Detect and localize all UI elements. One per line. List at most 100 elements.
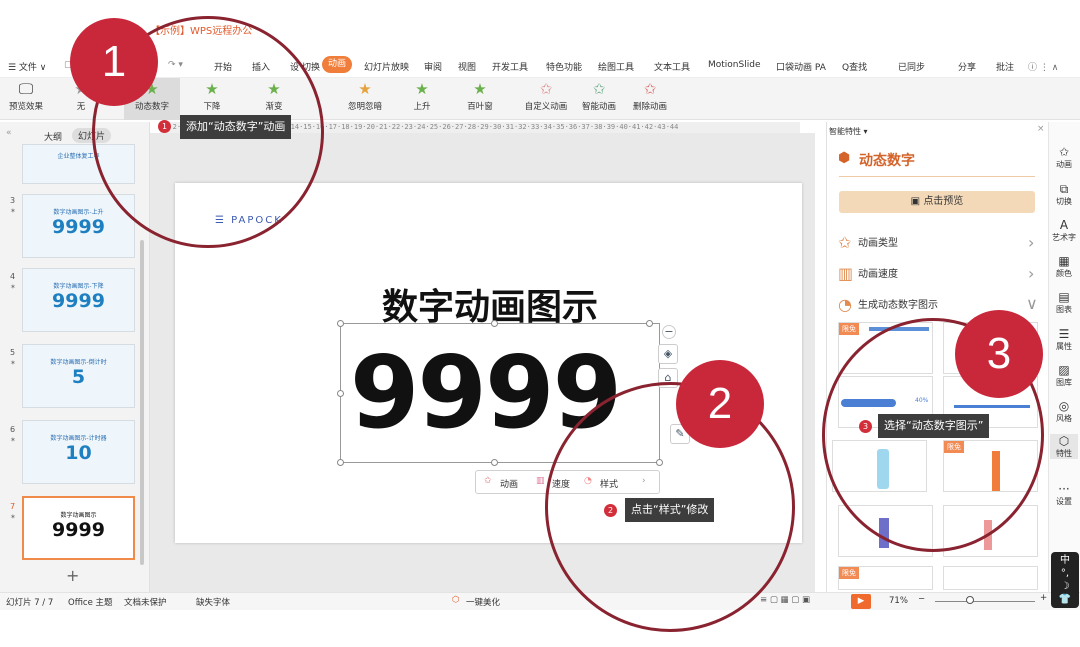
missing-font[interactable]: 缺失字体 (196, 596, 230, 608)
divider (839, 176, 1035, 177)
chevron-down-icon[interactable]: ∨ (1026, 294, 1038, 313)
collapse-icon[interactable]: « (6, 128, 12, 138)
slide-number: 7 (10, 502, 16, 511)
slide-thumb-5[interactable]: 数字动画图示-倒计时 5 (22, 344, 135, 408)
zoom-slider-knob[interactable] (966, 596, 974, 604)
gallery-icon: ▨ (1058, 363, 1070, 377)
chart-icon: ▤ (1058, 290, 1070, 304)
ime-moon-icon: ☽ (1060, 581, 1070, 592)
panel-header[interactable]: 智能特性 ▾ (829, 126, 868, 137)
slide-number: 4 (10, 272, 16, 281)
anim-blinds-button[interactable]: ★ 百叶窗 (458, 78, 502, 120)
step-number-1: 1 (70, 18, 158, 106)
share-button[interactable]: 分享 (958, 60, 976, 73)
slides-scrollbar[interactable] (140, 240, 144, 565)
anim-star-icon: ✶ (10, 207, 16, 215)
resize-handle[interactable] (491, 320, 498, 327)
custom-animation-button[interactable]: ✩ 自定义动画 (522, 78, 570, 120)
theme-name[interactable]: Office 主题 (68, 596, 113, 608)
menu-slideshow[interactable]: 幻灯片放映 (364, 60, 409, 73)
ime-skin-icon: 👕 (1058, 594, 1072, 605)
tool-animation[interactable]: ✩ 动画 (1050, 145, 1078, 170)
tool-settings[interactable]: ··· 设置 (1050, 482, 1078, 507)
preview-effect-button[interactable]: 🖵 预览效果 (4, 78, 48, 120)
menu-text-tools[interactable]: 文本工具 (654, 60, 690, 73)
slide-thumb-4[interactable]: 数字动画图示-下降 9999 (22, 268, 135, 332)
zoom-out-button[interactable]: − (918, 594, 925, 604)
app-window: 【示例】WPS远程办公 ☰ 文件 ∨ ▢ ↷ ▾ 开始 插入 设 切换 动画 幻… (0, 0, 1080, 647)
menu-features[interactable]: 特色功能 (546, 60, 582, 73)
anim-flicker-button[interactable]: ★ 忽明忽暗 (340, 78, 390, 120)
ime-widget[interactable]: 中 °, ☽ 👕 (1051, 552, 1079, 608)
bars-icon: ▥ (838, 264, 854, 283)
menu-dev-tools[interactable]: 开发工具 (492, 60, 528, 73)
tool-properties[interactable]: ☰ 属性 (1050, 327, 1078, 352)
zoom-level[interactable]: 71% (889, 596, 908, 606)
step-dot-3: 3 (859, 420, 872, 433)
slide-number: 5 (10, 348, 16, 357)
smart-animation-button[interactable]: ✩ 智能动画 (576, 78, 622, 120)
star-delete-icon: ✩ (643, 80, 657, 98)
tool-gallery[interactable]: ▨ 图库 (1050, 363, 1078, 388)
comment-button[interactable]: 批注 (996, 60, 1014, 73)
resize-handle[interactable] (337, 320, 344, 327)
tab-outline[interactable]: 大纲 (44, 130, 62, 143)
preview-icon: 🖵 (18, 80, 34, 98)
resize-handle[interactable] (491, 459, 498, 466)
menu-pocket-anim[interactable]: 口袋动画 PA (776, 60, 826, 73)
play-button[interactable]: ▶ (851, 594, 871, 609)
ime-mode: 中 (1060, 555, 1070, 566)
zoom-in-button[interactable]: + (1040, 593, 1047, 603)
layers-icon[interactable]: ◈ (658, 344, 678, 364)
file-menu[interactable]: ☰ 文件 ∨ (8, 60, 46, 73)
slide-counter: 幻灯片 7 / 7 (6, 598, 54, 608)
menu-view[interactable]: 视图 (458, 60, 476, 73)
menu-animation[interactable]: 动画 (322, 56, 353, 73)
tool-color[interactable]: ▦ 颜色 (1050, 254, 1078, 279)
menu-draw-tools[interactable]: 绘图工具 (598, 60, 634, 73)
hexagon-icon: ⬢ (838, 150, 851, 166)
tip-click-style: 点击“样式”修改 (625, 498, 715, 522)
properties-icon: ☰ (1058, 327, 1070, 341)
anim-speed-row[interactable]: 动画速度 (858, 265, 898, 280)
star-icon: ★ (473, 80, 487, 98)
delete-animation-button[interactable]: ✩ 删除动画 (628, 78, 672, 120)
chevron-right-icon[interactable]: › (1028, 264, 1034, 283)
slide-thumb-7-selected[interactable]: 数字动画图示 9999 (22, 496, 135, 560)
tool-wordart[interactable]: A 艺术字 (1050, 218, 1078, 243)
chevron-right-icon[interactable]: › (1028, 233, 1034, 252)
ime-punct: °, (1060, 568, 1070, 579)
anim-type-row[interactable]: 动画类型 (858, 234, 898, 249)
style-icon: ◎ (1058, 399, 1070, 413)
view-icons[interactable]: ≡ ▢ ▦ ▢ ▣ (760, 595, 810, 605)
float-animation-button[interactable]: 动画 (500, 477, 518, 490)
tool-chart[interactable]: ▤ 图表 (1050, 290, 1078, 315)
tool-transition[interactable]: ⧉ 切换 (1050, 182, 1078, 207)
color-icon: ▦ (1058, 254, 1070, 268)
step-number-2: 2 (676, 360, 764, 448)
star-pen-icon: ✩ (539, 80, 553, 98)
generate-diagram-row[interactable]: 生成动态数字图示 (858, 296, 938, 311)
one-click-beautify[interactable]: 一键美化 (466, 596, 500, 608)
menu-review[interactable]: 审阅 (424, 60, 442, 73)
anim-ascend-button[interactable]: ★ 上升 (402, 78, 442, 120)
slide-thumb-6[interactable]: 数字动画图示-计时器 10 (22, 420, 135, 484)
sync-button[interactable]: 已同步 (898, 60, 925, 73)
protect-status[interactable]: 文档未保护 (124, 596, 167, 608)
menu-motionslide[interactable]: MotionSlide (708, 60, 760, 70)
resize-handle[interactable] (337, 459, 344, 466)
minus-icon[interactable]: − (662, 325, 676, 339)
close-icon[interactable]: × (1037, 124, 1045, 134)
diagram-tile[interactable]: 限免 (838, 566, 933, 590)
diagram-tile[interactable] (943, 566, 1038, 590)
add-slide-button[interactable]: + (66, 566, 79, 585)
click-preview-button[interactable]: ▣ 点击预览 (839, 191, 1035, 213)
help-icon[interactable]: ⓘ ⋮ ∧ (1028, 60, 1058, 73)
tool-style[interactable]: ◎ 风格 (1050, 399, 1078, 424)
resize-handle[interactable] (337, 390, 344, 397)
zoom-slider[interactable] (935, 601, 1035, 602)
tool-features[interactable]: ⬡ 特性 (1050, 434, 1078, 459)
menu-search[interactable]: Q查找 (842, 60, 867, 73)
features-icon: ⬡ (1058, 434, 1070, 448)
resize-handle[interactable] (646, 320, 653, 327)
